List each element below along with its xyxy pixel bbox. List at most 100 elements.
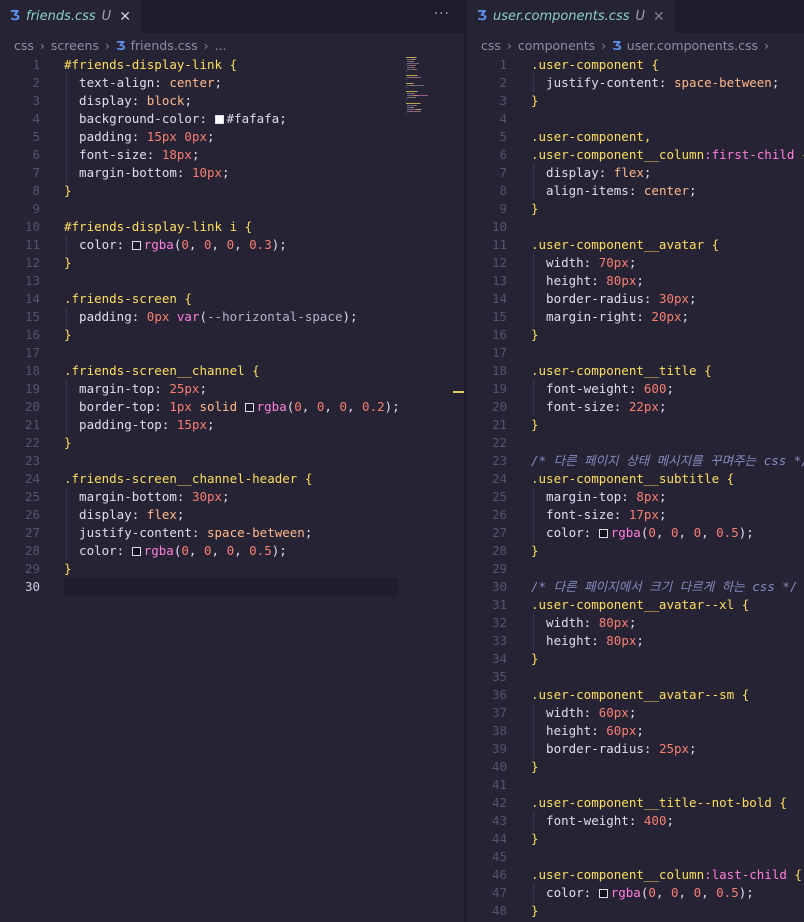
code-line[interactable]: padding: 0px var(--horizontal-space);	[64, 308, 358, 326]
code-line[interactable]: .user-component__avatar--xl {	[531, 596, 749, 614]
code-line[interactable]: font-size: 18px;	[64, 146, 199, 164]
code-line[interactable]: text-align: center;	[64, 74, 222, 92]
minimap-line	[406, 91, 417, 92]
code-line[interactable]: .user-component__title {	[531, 362, 712, 380]
code-line[interactable]: .friends-screen {	[64, 290, 192, 308]
line-number: 11	[24, 237, 40, 252]
code-line[interactable]: color: rgba(0, 0, 0, 0.5);	[531, 884, 754, 902]
code-line[interactable]: }	[64, 560, 72, 578]
code-line[interactable]: }	[64, 326, 72, 344]
code-line[interactable]: height: 80px;	[531, 632, 644, 650]
breadcrumb-item[interactable]: css	[481, 38, 501, 53]
close-icon[interactable]: ✕	[119, 9, 131, 25]
breadcrumb-item[interactable]: components	[518, 38, 595, 53]
code-line[interactable]: }	[531, 200, 539, 218]
color-swatch[interactable]	[131, 241, 141, 250]
code-line[interactable]: border-top: 1px solid rgba(0, 0, 0, 0.2)…	[64, 398, 400, 416]
code-line[interactable]: }	[531, 92, 539, 110]
code-line[interactable]: .user-component,	[531, 128, 651, 146]
code-line[interactable]: .friends-screen__channel {	[64, 362, 260, 380]
code-line[interactable]: margin-bottom: 30px;	[64, 488, 230, 506]
code-line[interactable]: width: 70px;	[531, 254, 636, 272]
code-line[interactable]: border-radius: 30px;	[531, 290, 697, 308]
code-line[interactable]: #friends-display-link i {	[64, 218, 252, 236]
more-actions-icon[interactable]: ···	[434, 6, 450, 22]
code-line[interactable]: font-size: 17px;	[531, 506, 666, 524]
code-line[interactable]: color: rgba(0, 0, 0, 0.5);	[64, 542, 287, 560]
code-line[interactable]: /* 다른 페이지 상태 메시지를 꾸며주는 css */	[531, 452, 804, 470]
code-line[interactable]: .friends-screen__channel-header {	[64, 470, 312, 488]
code-line[interactable]: }	[531, 326, 539, 344]
code-token: 25px	[658, 741, 690, 756]
code-line[interactable]: align-items: center;	[531, 182, 697, 200]
code-line[interactable]: border-radius: 25px;	[531, 740, 697, 758]
line-number: 47	[491, 885, 507, 900]
code-token: width:	[531, 705, 599, 720]
breadcrumb-item[interactable]: screens	[51, 38, 99, 53]
code-line[interactable]: width: 80px;	[531, 614, 636, 632]
code-line[interactable]: }	[531, 542, 539, 560]
code-line[interactable]: padding: 15px 0px;	[64, 128, 215, 146]
code-line[interactable]: #friends-display-link {	[64, 56, 237, 74]
code-line[interactable]: }	[531, 830, 539, 848]
color-swatch[interactable]	[598, 889, 608, 898]
code-token: }	[531, 831, 539, 846]
tab-user-components-css[interactable]: Ʒ user.components.css U ✕	[467, 0, 675, 33]
breadcrumb-item[interactable]: css	[14, 38, 34, 53]
tab-friends-css[interactable]: Ʒ friends.css U ✕	[0, 0, 141, 33]
close-icon[interactable]: ✕	[653, 9, 665, 25]
code-line[interactable]: }	[64, 254, 72, 272]
code-line[interactable]: color: rgba(0, 0, 0, 0.5);	[531, 524, 754, 542]
code-line[interactable]: .user-component {	[531, 56, 659, 74]
code-line[interactable]: }	[531, 758, 539, 776]
line-number: 19	[491, 381, 507, 396]
code-line[interactable]: margin-top: 25px;	[64, 380, 207, 398]
code-line[interactable]: display: block;	[64, 92, 192, 110]
breadcrumb-item[interactable]: ...	[215, 38, 227, 53]
code-token: 22px	[628, 399, 659, 414]
minimap-line	[406, 57, 416, 58]
code-line[interactable]: background-color: #fafafa;	[64, 110, 287, 128]
code-line[interactable]: display: flex;	[531, 164, 651, 182]
breadcrumb-item[interactable]: friends.css	[131, 38, 198, 53]
minimap[interactable]	[404, 57, 464, 117]
code-line[interactable]: .user-component__subtitle {	[531, 470, 734, 488]
indent-guide	[66, 380, 67, 434]
code-token: );	[342, 309, 358, 324]
code-line[interactable]: .user-component__column:last-child {	[531, 866, 802, 884]
code-line[interactable]: }	[531, 416, 539, 434]
code-editor[interactable]: 1 #friends-display-link {2 text-align: ce…	[0, 57, 464, 922]
code-line[interactable]: .user-component__avatar--sm {	[531, 686, 749, 704]
code-editor[interactable]: 1 .user-component {2 justify-content: spa…	[467, 57, 804, 922]
code-line[interactable]: justify-content: space-between;	[64, 524, 312, 542]
breadcrumb-item[interactable]: user.components.css	[627, 38, 758, 53]
code-line[interactable]: width: 60px;	[531, 704, 636, 722]
code-line[interactable]: font-weight: 400;	[531, 812, 674, 830]
code-line[interactable]: margin-right: 20px;	[531, 308, 689, 326]
code-line[interactable]: display: flex;	[64, 506, 184, 524]
minimap-line	[406, 63, 415, 64]
code-line[interactable]: height: 80px;	[531, 272, 644, 290]
code-line[interactable]: height: 60px;	[531, 722, 644, 740]
color-swatch[interactable]	[131, 547, 141, 556]
line-number: 14	[24, 291, 40, 306]
code-line[interactable]: }	[531, 902, 539, 920]
code-line[interactable]: margin-top: 8px;	[531, 488, 666, 506]
color-swatch[interactable]	[214, 115, 224, 124]
code-line[interactable]: }	[64, 434, 72, 452]
code-line[interactable]: color: rgba(0, 0, 0, 0.3);	[64, 236, 287, 254]
code-line[interactable]: .user-component__column:first-child {	[531, 146, 804, 164]
code-line[interactable]: font-weight: 600;	[531, 380, 674, 398]
code-line[interactable]: .user-component__avatar {	[531, 236, 719, 254]
code-line[interactable]: }	[64, 182, 72, 200]
color-swatch[interactable]	[244, 403, 254, 412]
code-line[interactable]: .user-component__title--not-bold {	[531, 794, 787, 812]
code-line[interactable]: margin-bottom: 10px;	[64, 164, 230, 182]
code-line[interactable]: font-size: 22px;	[531, 398, 666, 416]
line-number: 19	[24, 381, 40, 396]
code-line[interactable]: justify-content: space-between;	[531, 74, 779, 92]
color-swatch[interactable]	[598, 529, 608, 538]
code-line[interactable]: }	[531, 650, 539, 668]
code-line[interactable]: padding-top: 15px;	[64, 416, 214, 434]
code-line[interactable]: /* 다른 페이지에서 크기 다르게 하는 css */	[531, 578, 797, 596]
